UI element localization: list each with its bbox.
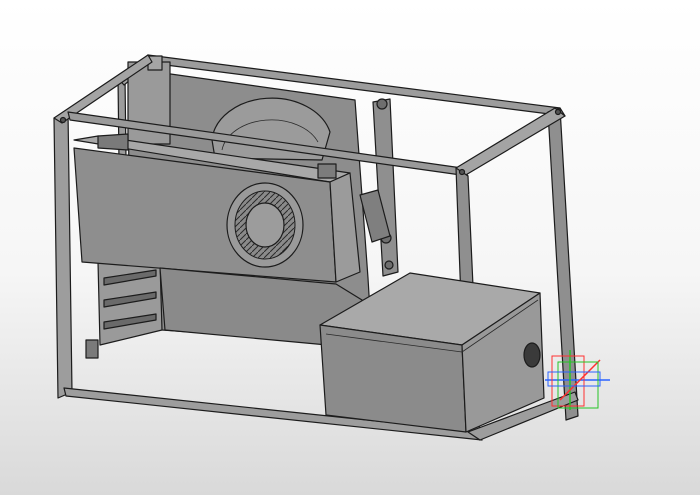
psu-fan-hole: [523, 342, 541, 368]
gpu-fan[interactable]: [226, 182, 304, 268]
pci-brackets[interactable]: [85, 261, 163, 359]
model-viewport[interactable]: [0, 0, 700, 495]
cad-scene[interactable]: [0, 0, 700, 495]
